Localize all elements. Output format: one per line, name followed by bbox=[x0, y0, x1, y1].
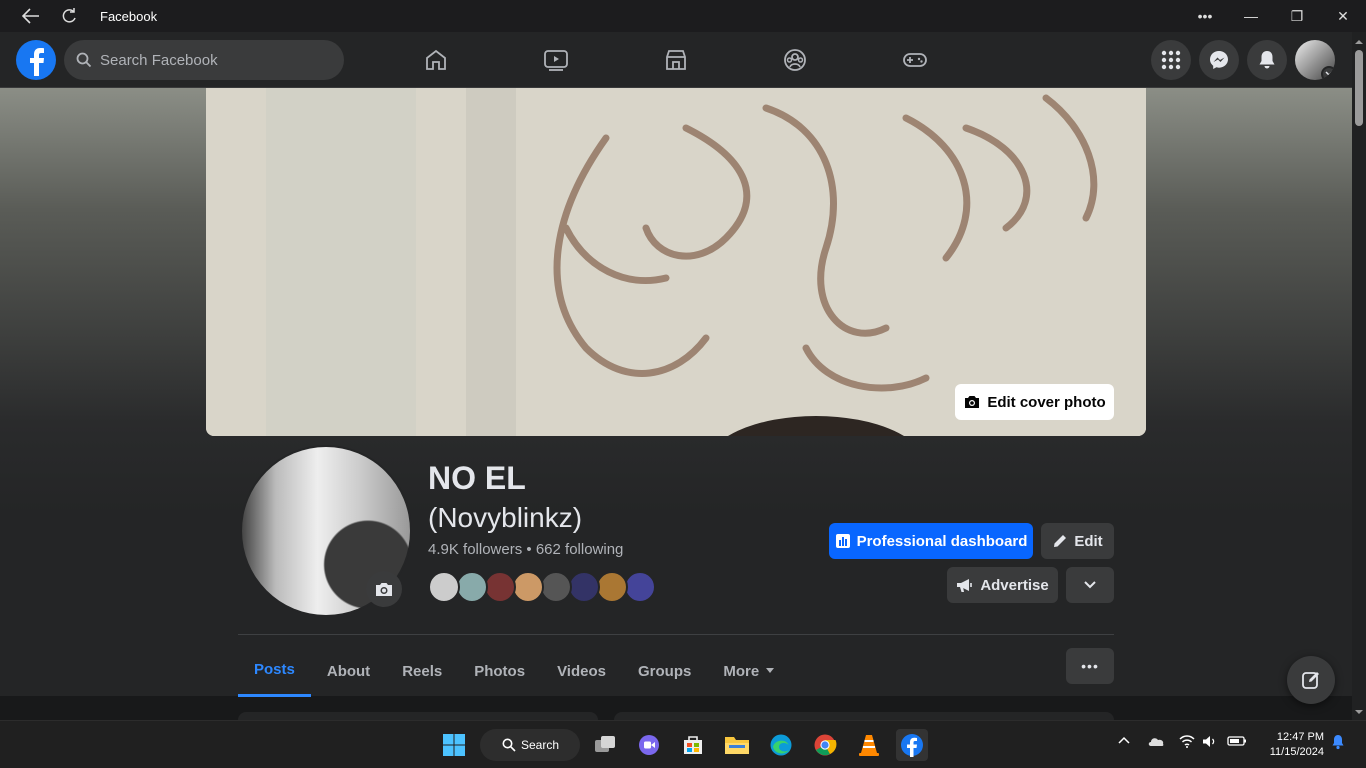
chrome-browser-icon[interactable] bbox=[809, 729, 841, 761]
friend-avatars bbox=[428, 571, 656, 603]
taskbar-search[interactable]: Search bbox=[480, 729, 580, 761]
advertise-button[interactable]: Advertise bbox=[947, 567, 1058, 603]
followers-count[interactable]: 4.9K followers bbox=[428, 541, 522, 558]
camera-icon bbox=[965, 396, 980, 408]
post-composer-card bbox=[614, 712, 1114, 720]
pencil-icon bbox=[1052, 533, 1068, 549]
caret-down-icon bbox=[766, 668, 775, 673]
close-icon[interactable]: ✕ bbox=[1320, 0, 1366, 32]
new-message-button[interactable] bbox=[1287, 656, 1335, 704]
scroll-up-arrow-icon[interactable] bbox=[1352, 36, 1366, 48]
app-titlebar: Facebook ••• — ❐ ✕ bbox=[0, 0, 1366, 32]
tab-about[interactable]: About bbox=[311, 645, 386, 697]
more-actions-button[interactable] bbox=[1066, 567, 1114, 603]
notification-bell-icon[interactable] bbox=[1331, 734, 1345, 753]
microsoft-store-icon[interactable] bbox=[677, 729, 709, 761]
profile-page: Edit cover photo NO EL (Novyblinkz) 4.9K… bbox=[0, 88, 1352, 720]
friend-avatar[interactable] bbox=[568, 571, 600, 603]
friend-avatar[interactable] bbox=[540, 571, 572, 603]
edit-cover-label: Edit cover photo bbox=[987, 393, 1106, 411]
taskbar-search-label: Search bbox=[521, 738, 560, 752]
task-view-icon[interactable] bbox=[589, 729, 621, 761]
battery-icon[interactable] bbox=[1227, 735, 1247, 750]
edit-cover-photo-button[interactable]: Edit cover photo bbox=[955, 384, 1114, 420]
scroll-down-arrow-icon[interactable] bbox=[1352, 706, 1366, 718]
start-windows-icon[interactable] bbox=[438, 729, 470, 761]
wifi-icon[interactable] bbox=[1179, 735, 1195, 751]
chevron-down-icon bbox=[1084, 581, 1096, 589]
cover-photo[interactable]: Edit cover photo bbox=[206, 88, 1146, 436]
clock-date: 11/15/2024 bbox=[1269, 746, 1324, 758]
megaphone-icon bbox=[956, 577, 974, 593]
profile-tabs: Posts About Reels Photos Videos Groups M… bbox=[238, 645, 791, 697]
ellipsis-icon: ••• bbox=[1081, 658, 1099, 674]
tab-photos[interactable]: Photos bbox=[458, 645, 541, 697]
professional-dashboard-label: Professional dashboard bbox=[856, 532, 1028, 550]
tab-more-label: More bbox=[723, 662, 760, 680]
onedrive-cloud-icon[interactable] bbox=[1147, 735, 1165, 750]
tab-more[interactable]: More bbox=[707, 645, 791, 697]
tab-posts[interactable]: Posts bbox=[238, 645, 311, 697]
profile-options-button[interactable]: ••• bbox=[1066, 648, 1114, 684]
vlc-player-icon[interactable] bbox=[853, 729, 885, 761]
window-title: Facebook bbox=[100, 8, 158, 24]
profile-alternate-name: (Novyblinkz) bbox=[428, 502, 583, 533]
compose-icon bbox=[1302, 672, 1319, 689]
notifications-bell-icon[interactable] bbox=[1247, 40, 1287, 80]
marketplace-icon[interactable] bbox=[656, 40, 696, 80]
update-profile-picture-camera-icon[interactable] bbox=[366, 571, 402, 607]
system-clock[interactable]: 12:47 PM 11/15/2024 bbox=[1258, 730, 1324, 760]
edit-label: Edit bbox=[1074, 532, 1103, 550]
show-hidden-icons-chevron-icon[interactable] bbox=[1118, 735, 1130, 750]
refresh-icon[interactable] bbox=[50, 0, 88, 32]
home-icon[interactable] bbox=[416, 40, 456, 80]
professional-dashboard-button[interactable]: Professional dashboard bbox=[829, 523, 1033, 559]
minimize-icon[interactable]: — bbox=[1228, 0, 1274, 32]
teams-meet-icon[interactable] bbox=[633, 729, 665, 761]
search-icon bbox=[502, 738, 516, 752]
tab-videos[interactable]: Videos bbox=[541, 645, 622, 697]
volume-speaker-icon[interactable] bbox=[1202, 735, 1218, 751]
scrollbar-thumb[interactable] bbox=[1355, 50, 1363, 126]
restore-icon[interactable]: ❐ bbox=[1274, 0, 1320, 32]
file-explorer-icon[interactable] bbox=[721, 729, 753, 761]
tab-reels[interactable]: Reels bbox=[386, 645, 458, 697]
account-avatar[interactable] bbox=[1295, 40, 1335, 80]
intro-card bbox=[238, 712, 598, 720]
edit-profile-button[interactable]: Edit bbox=[1041, 523, 1114, 559]
facebook-app-icon[interactable] bbox=[896, 729, 928, 761]
follow-counts: 4.9K followers • 662 following bbox=[428, 541, 623, 558]
friend-avatar[interactable] bbox=[456, 571, 488, 603]
windows-taskbar: Search 12:47 PM 11/15/2024 bbox=[0, 720, 1366, 768]
chevron-down-icon bbox=[1321, 66, 1335, 80]
chart-bars-icon bbox=[835, 533, 851, 549]
gaming-icon[interactable] bbox=[895, 40, 935, 80]
friend-avatar[interactable] bbox=[484, 571, 516, 603]
advertise-label: Advertise bbox=[980, 576, 1049, 594]
facebook-header: Search Facebook bbox=[0, 32, 1352, 88]
facebook-logo-icon[interactable] bbox=[16, 40, 56, 80]
following-count[interactable]: 662 following bbox=[536, 541, 624, 558]
header-divider bbox=[238, 634, 1114, 635]
friend-avatar[interactable] bbox=[512, 571, 544, 603]
messenger-icon[interactable] bbox=[1199, 40, 1239, 80]
back-arrow-icon[interactable] bbox=[12, 0, 50, 32]
edge-browser-icon[interactable] bbox=[765, 729, 797, 761]
tab-groups[interactable]: Groups bbox=[622, 645, 707, 697]
search-icon bbox=[76, 52, 92, 68]
clock-time: 12:47 PM bbox=[1276, 731, 1324, 743]
profile-name: NO EL bbox=[428, 460, 526, 496]
groups-icon[interactable] bbox=[775, 40, 815, 80]
search-input[interactable]: Search Facebook bbox=[64, 40, 344, 80]
page-scrollbar[interactable] bbox=[1352, 32, 1366, 720]
search-placeholder: Search Facebook bbox=[100, 51, 218, 69]
friend-avatar[interactable] bbox=[428, 571, 460, 603]
friend-avatar[interactable] bbox=[596, 571, 628, 603]
video-icon[interactable] bbox=[536, 40, 576, 80]
more-options-icon[interactable]: ••• bbox=[1182, 0, 1228, 32]
menu-grid-icon[interactable] bbox=[1151, 40, 1191, 80]
friend-avatar[interactable] bbox=[624, 571, 656, 603]
count-separator: • bbox=[526, 541, 532, 558]
